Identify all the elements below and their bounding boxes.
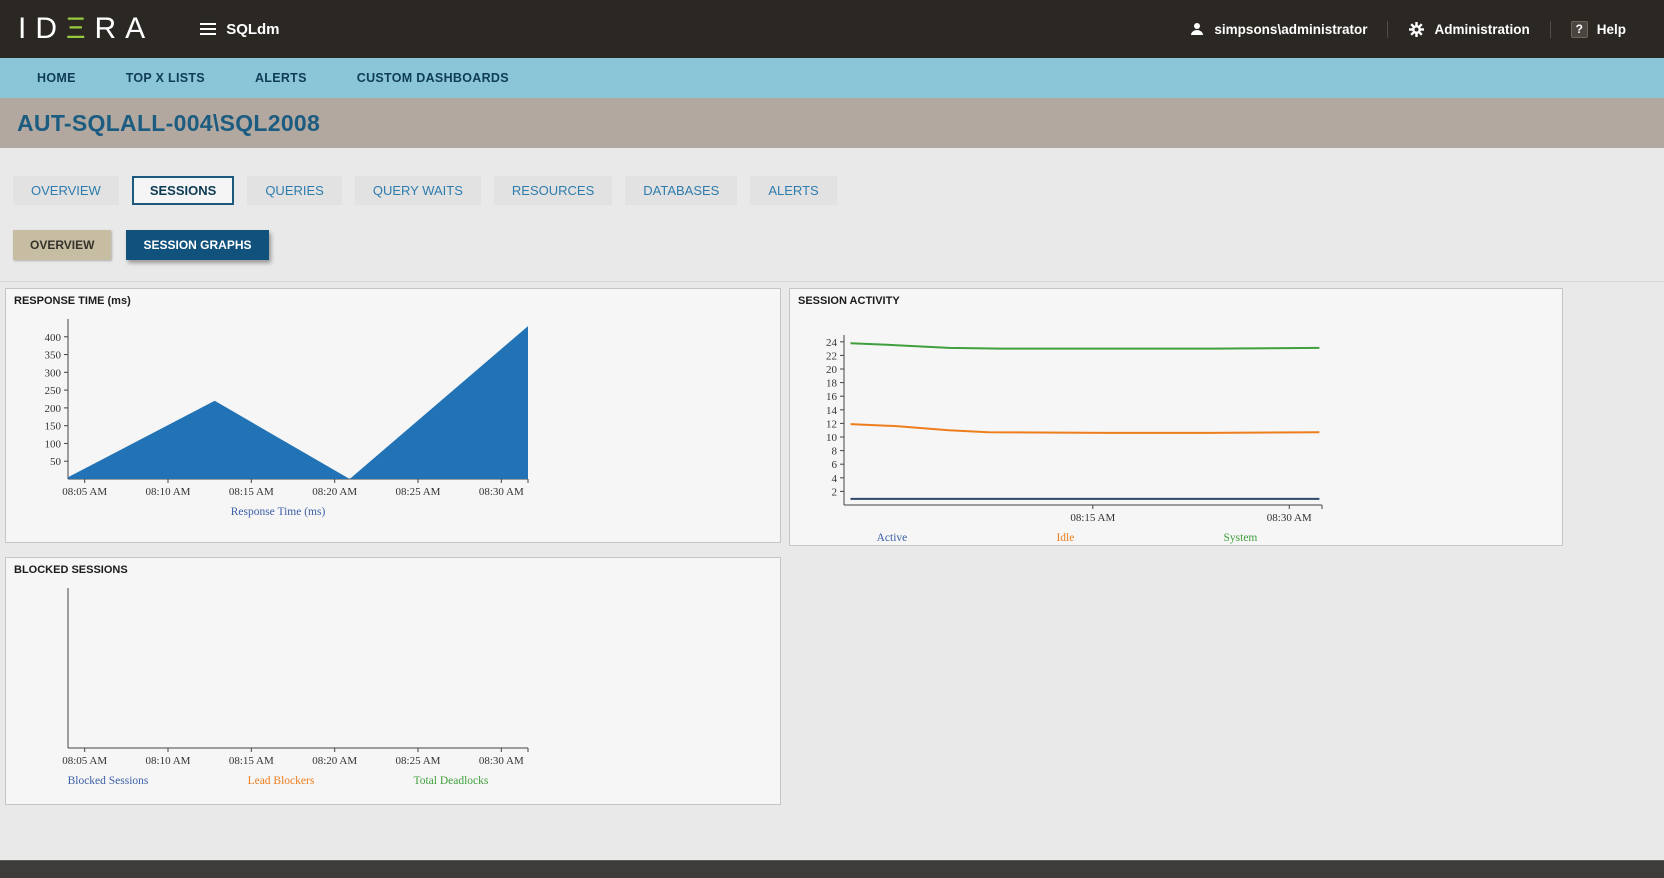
blocked-sessions-chart: 08:05 AM 08:10 AM 08:15 AM 08:20 AM 08:25 AM… bbox=[18, 580, 772, 775]
tab-queries[interactable]: QUERIES bbox=[247, 176, 342, 205]
legend-item: System bbox=[1223, 532, 1258, 544]
bottom-bar bbox=[0, 860, 1664, 878]
svg-text:08:25 AM: 08:25 AM bbox=[396, 755, 441, 767]
user-icon bbox=[1191, 23, 1204, 35]
svg-text:300: 300 bbox=[45, 367, 62, 379]
svg-text:08:10 AM: 08:10 AM bbox=[146, 486, 191, 498]
chart-svg: 50 100 150 200 250 300 350 400 08:05 AM 08:10 AM 0… bbox=[45, 319, 529, 498]
blocked-sessions-title: BLOCKED SESSIONS bbox=[14, 564, 128, 576]
blocked-sessions-legend: Blocked Sessions Lead Blockers Total Deadl… bbox=[18, 775, 538, 787]
svg-text:14: 14 bbox=[826, 405, 838, 417]
legend-item: Response Time (ms) bbox=[230, 506, 326, 518]
session-activity-chart: 2 4 6 8 10 12 14 16 18 20 22 24 08:15 AM 08:30 AM bbox=[802, 327, 1554, 532]
svg-text:200: 200 bbox=[45, 403, 62, 415]
svg-text:4: 4 bbox=[832, 473, 838, 485]
topbar-right: simpsons\administrator Administration ? bbox=[1169, 20, 1646, 38]
svg-text:18: 18 bbox=[826, 378, 838, 390]
svg-text:150: 150 bbox=[45, 421, 62, 433]
svg-text:400: 400 bbox=[45, 332, 62, 344]
sessions-subtabs: OVERVIEW SESSION GRAPHS bbox=[13, 230, 1664, 260]
svg-text:08:15 AM: 08:15 AM bbox=[1070, 512, 1115, 524]
svg-text:08:10 AM: 08:10 AM bbox=[146, 755, 191, 767]
svg-text:08:30 AM: 08:30 AM bbox=[479, 755, 524, 767]
gear-icon bbox=[1409, 21, 1425, 37]
tab-query-waits[interactable]: QUERY WAITS bbox=[354, 176, 481, 205]
svg-text:08:30 AM: 08:30 AM bbox=[479, 486, 524, 498]
svg-text:08:05 AM: 08:05 AM bbox=[62, 486, 107, 498]
tab-sessions[interactable]: SESSIONS bbox=[131, 176, 235, 205]
app-menu[interactable]: SQLdm bbox=[200, 20, 280, 38]
legend-item: Idle bbox=[1056, 532, 1075, 544]
chart-svg: 08:05 AM 08:10 AM 08:15 AM 08:20 AM 08:25 AM… bbox=[62, 588, 529, 767]
response-time-legend: Response Time (ms) bbox=[18, 506, 538, 518]
svg-text:2: 2 bbox=[832, 486, 838, 498]
nav-item-custom-dashboards[interactable]: CUSTOM DASHBOARDS bbox=[343, 71, 523, 85]
topbar: ID Ξ RA SQLdm simpsons\administrator Adm… bbox=[0, 0, 1664, 58]
session-activity-legend: Active Idle System bbox=[802, 532, 1332, 544]
user-menu[interactable]: simpsons\administrator bbox=[1169, 21, 1387, 38]
response-time-chart: 50 100 150 200 250 300 350 400 08:05 AM 08:10 AM 0… bbox=[18, 311, 772, 506]
svg-text:08:20 AM: 08:20 AM bbox=[312, 486, 357, 498]
svg-text:08:30 AM: 08:30 AM bbox=[1267, 512, 1312, 524]
administration-label: Administration bbox=[1434, 21, 1530, 37]
svg-text:08:15 AM: 08:15 AM bbox=[229, 486, 274, 498]
logo-e-glyph: Ξ bbox=[66, 12, 95, 45]
titlebar: AUT-SQLALL-004\SQL2008 bbox=[0, 98, 1664, 148]
svg-text:08:20 AM: 08:20 AM bbox=[312, 755, 357, 767]
response-time-title: RESPONSE TIME (ms) bbox=[14, 295, 131, 307]
server-tabs: OVERVIEW SESSIONS QUERIES QUERY WAITS RE… bbox=[13, 176, 1664, 205]
svg-text:24: 24 bbox=[826, 337, 838, 349]
svg-text:08:15 AM: 08:15 AM bbox=[229, 755, 274, 767]
svg-text:08:25 AM: 08:25 AM bbox=[396, 486, 441, 498]
response-time-panel: RESPONSE TIME (ms) 50 100 150 200 250 300 350 4… bbox=[5, 288, 781, 543]
session-activity-panel: SESSION ACTIVITY 2 4 6 8 10 12 14 16 18 20 22 24 08:… bbox=[789, 288, 1563, 546]
svg-text:250: 250 bbox=[45, 385, 62, 397]
nav-item-alerts[interactable]: ALERTS bbox=[241, 71, 321, 85]
subtab-session-graphs[interactable]: SESSION GRAPHS bbox=[126, 230, 269, 260]
main-navbar: HOME TOP X LISTS ALERTS CUSTOM DASHBOARD… bbox=[0, 58, 1664, 98]
idera-logo[interactable]: ID Ξ RA bbox=[18, 12, 154, 46]
session-activity-title: SESSION ACTIVITY bbox=[798, 295, 900, 307]
legend-item: Lead Blockers bbox=[247, 775, 315, 787]
svg-text:100: 100 bbox=[45, 438, 62, 450]
tab-alerts[interactable]: ALERTS bbox=[750, 176, 837, 205]
svg-text:22: 22 bbox=[826, 350, 837, 362]
charts-area: RESPONSE TIME (ms) 50 100 150 200 250 300 350 4… bbox=[0, 281, 1664, 860]
tab-overview[interactable]: OVERVIEW bbox=[13, 176, 119, 205]
legend-item: Blocked Sessions bbox=[67, 775, 149, 787]
hamburger-icon bbox=[200, 23, 217, 35]
nav-item-top-x-lists[interactable]: TOP X LISTS bbox=[112, 71, 219, 85]
nav-item-home[interactable]: HOME bbox=[23, 71, 90, 85]
app-name: SQLdm bbox=[226, 20, 280, 38]
svg-text:50: 50 bbox=[50, 456, 62, 468]
subtab-overview[interactable]: OVERVIEW bbox=[13, 230, 112, 260]
svg-text:350: 350 bbox=[45, 350, 62, 362]
svg-text:10: 10 bbox=[826, 432, 838, 444]
user-name: simpsons\administrator bbox=[1214, 21, 1368, 37]
svg-text:6: 6 bbox=[832, 459, 838, 471]
page-title: AUT-SQLALL-004\SQL2008 bbox=[17, 109, 321, 136]
tab-databases[interactable]: DATABASES bbox=[625, 176, 738, 205]
logo-text-2: RA bbox=[94, 12, 155, 45]
svg-text:20: 20 bbox=[826, 364, 838, 376]
app-window: ID Ξ RA SQLdm simpsons\administrator Adm… bbox=[0, 0, 1664, 878]
legend-item: Active bbox=[876, 532, 908, 544]
logo-text: ID bbox=[18, 12, 66, 45]
legend-item: Total Deadlocks bbox=[413, 775, 489, 787]
svg-text:8: 8 bbox=[832, 446, 838, 458]
chart-svg: 2468101214161820222408:15 AM 08:30 AM bbox=[826, 335, 1323, 524]
help-label: Help bbox=[1596, 21, 1626, 37]
help-button[interactable]: ? Help bbox=[1549, 20, 1646, 38]
help-icon: ? bbox=[1570, 20, 1588, 38]
svg-text:12: 12 bbox=[826, 418, 837, 430]
administration-button[interactable]: Administration bbox=[1387, 20, 1549, 38]
blocked-sessions-panel: BLOCKED SESSIONS 08:05 AM 08:10 AM 08:15 A… bbox=[5, 557, 781, 805]
svg-text:16: 16 bbox=[826, 391, 838, 403]
tab-resources[interactable]: RESOURCES bbox=[493, 176, 613, 205]
svg-text:08:05 AM: 08:05 AM bbox=[62, 755, 107, 767]
